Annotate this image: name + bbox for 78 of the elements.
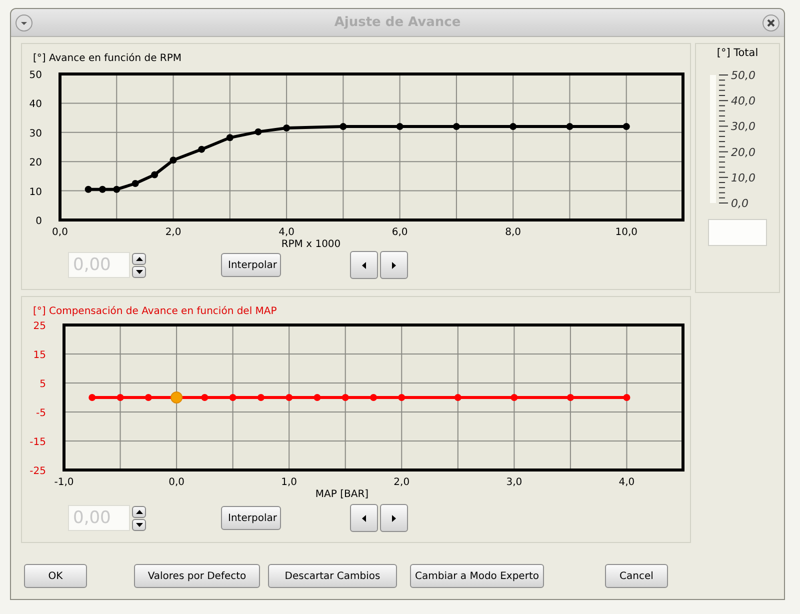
axis-title: MAP [BAR]: [315, 489, 369, 500]
next-button[interactable]: [380, 504, 408, 532]
data-point: [283, 124, 290, 132]
axis-tick-label: 30: [29, 128, 42, 140]
axis-tick-label: 0,0: [52, 227, 68, 238]
data-point: [226, 134, 234, 142]
axis-tick-label: 5: [40, 379, 46, 390]
data-point: [170, 156, 177, 164]
previous-button[interactable]: [350, 251, 378, 279]
down-icon: [136, 270, 142, 274]
spin-up-button[interactable]: [132, 506, 146, 518]
data-point: [566, 123, 574, 130]
scale-label: 30,0: [730, 120, 755, 134]
spin-up-button[interactable]: [132, 252, 146, 264]
window-title: Ajuste de Avance: [334, 15, 461, 30]
dialog-button[interactable]: Cancel: [605, 564, 668, 588]
interpolate-button[interactable]: Interpolar: [221, 253, 281, 277]
data-point: [132, 180, 139, 187]
spin-down-button[interactable]: [132, 266, 146, 278]
dialog-button[interactable]: Valores por Defecto: [134, 564, 260, 588]
interpolate-button[interactable]: Interpolar: [221, 506, 281, 530]
axis-tick-label: 2,0: [165, 227, 182, 238]
down-icon: [136, 522, 142, 526]
data-point: [113, 186, 120, 193]
axis-tick-label: 4,0: [618, 477, 635, 488]
axis-tick-label: 8,0: [505, 227, 522, 238]
axis-tick-label: 40: [29, 99, 42, 110]
data-point: [340, 123, 347, 130]
axis-tick-label: 4,0: [278, 227, 294, 238]
data-point: [622, 123, 630, 130]
next-button[interactable]: [380, 251, 408, 279]
axis-tick-label: 0: [36, 216, 42, 227]
right-icon: [392, 514, 396, 522]
data-point: [198, 146, 206, 153]
axis-tick-label: 3,0: [506, 477, 522, 488]
axis-tick-label: -15: [30, 437, 46, 448]
previous-button[interactable]: [350, 504, 378, 532]
data-point: [254, 128, 262, 136]
scale-label: 20,0: [730, 146, 755, 159]
axis-title: RPM x 1000: [281, 239, 341, 249]
menu-icon: [15, 14, 33, 32]
scale-label: 40,0: [730, 94, 755, 108]
close-icon[interactable]: [762, 14, 780, 32]
scale-label: 0,0: [730, 197, 748, 209]
axis-tick-label: 15: [33, 350, 46, 361]
dialog-button[interactable]: Cambiar a Modo Experto: [410, 564, 544, 588]
axis-tick-label: 1,0: [281, 477, 298, 488]
total-value-box: [708, 219, 767, 246]
data-point: [151, 171, 158, 178]
axis-tick-label: 2,0: [394, 477, 410, 488]
axis-tick-label: 10: [29, 186, 42, 198]
data-point: [98, 186, 106, 193]
axis-tick-label: -25: [30, 466, 46, 477]
dialog-button[interactable]: OK: [24, 564, 87, 588]
chart-title: [°] Avance en función de RPM: [33, 53, 182, 65]
axis-tick-label: 10,0: [615, 227, 638, 238]
data-point: [452, 123, 460, 130]
data-point: [510, 123, 517, 130]
right-icon: [392, 262, 396, 268]
scale-label: 10,0: [730, 171, 755, 184]
scale-label: 50,0: [730, 69, 755, 82]
data-point: [396, 123, 404, 130]
up-icon: [136, 510, 142, 514]
left-icon: [362, 262, 366, 268]
left-icon: [362, 514, 366, 522]
axis-tick-label: 20: [29, 158, 42, 169]
total-title: [°] Total: [716, 47, 758, 59]
axis-tick-label: -5: [36, 408, 46, 419]
data-point: [84, 186, 92, 193]
axis-tick-label: 6,0: [392, 227, 408, 238]
axis-tick-label: 25: [33, 321, 46, 332]
spin-down-button[interactable]: [132, 518, 146, 530]
up-icon: [136, 256, 142, 260]
axis-tick-label: 0,0: [168, 477, 184, 488]
dialog-button[interactable]: Descartar Cambios: [268, 564, 397, 588]
axis-tick-label: 50: [29, 70, 42, 81]
axis-tick-label: -1,0: [54, 477, 74, 488]
chart-title: [°] Compensación de Avance en función del MAP: [33, 306, 277, 318]
